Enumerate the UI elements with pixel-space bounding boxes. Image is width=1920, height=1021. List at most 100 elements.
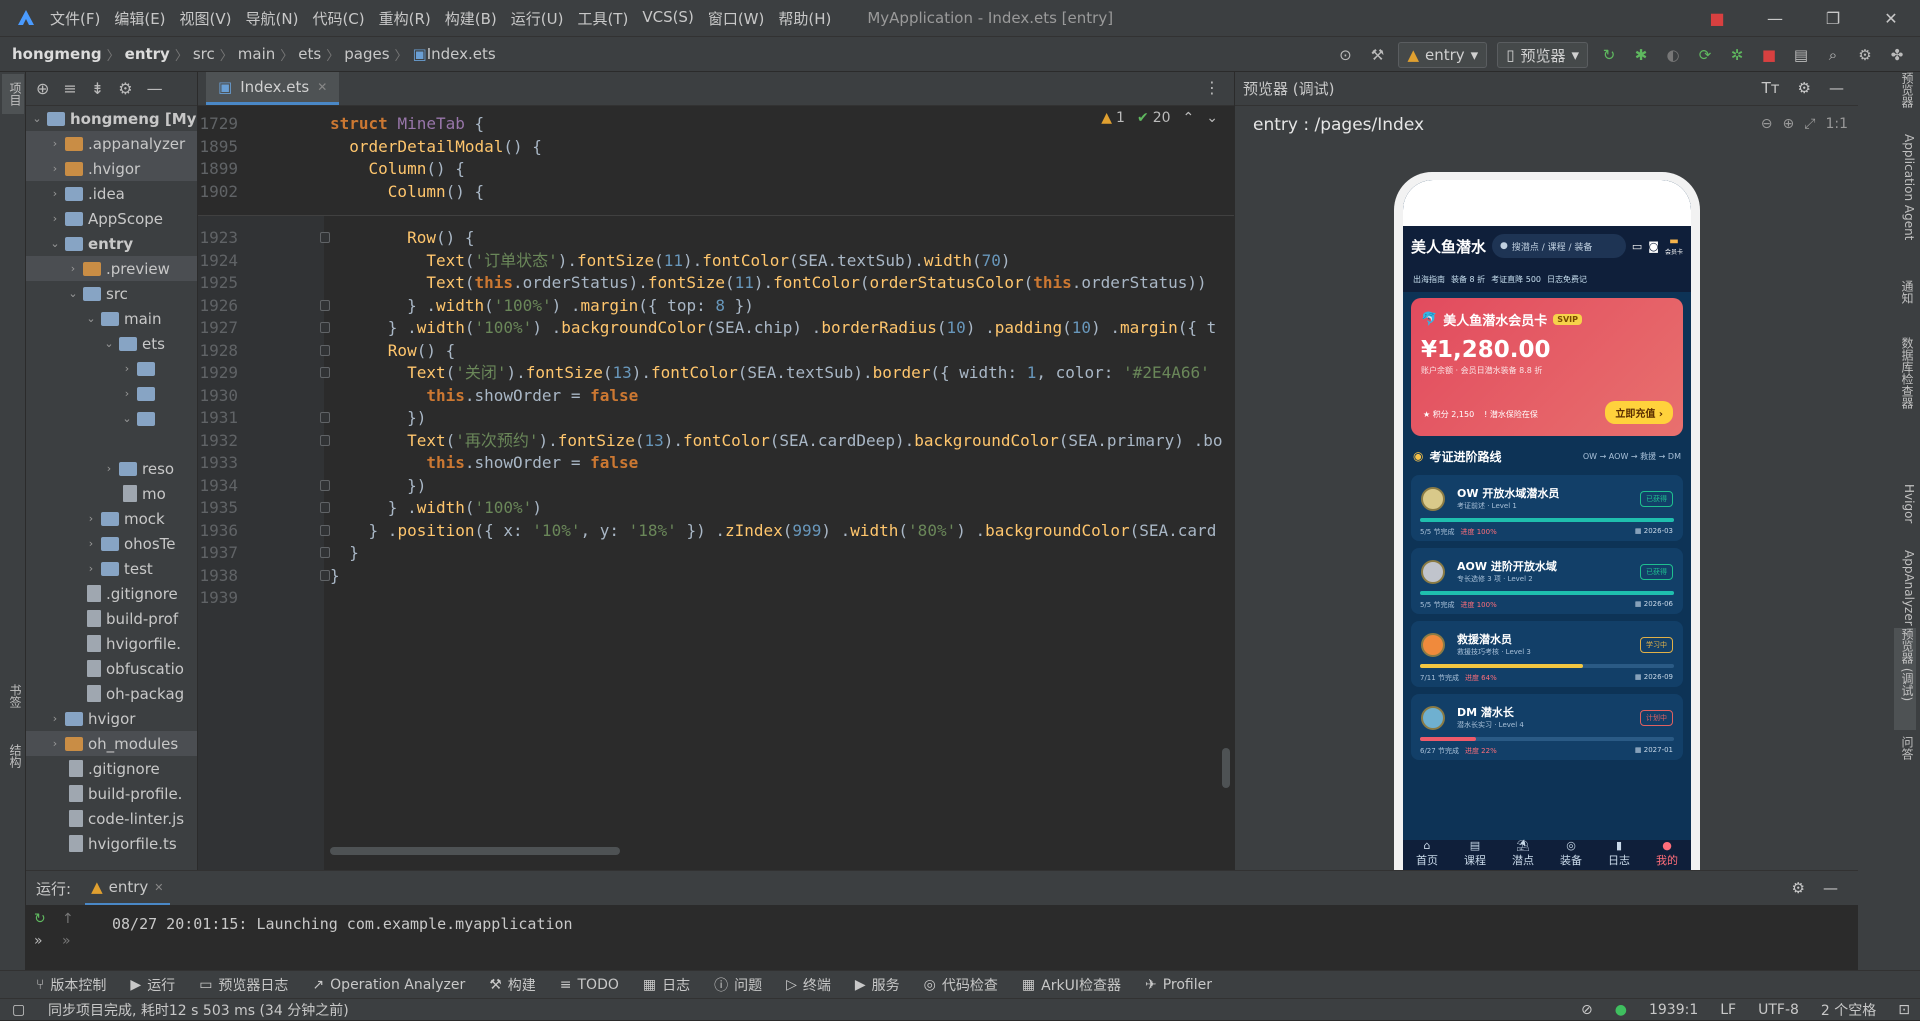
hide-icon[interactable]: — [1829, 79, 1844, 97]
project-tab[interactable]: 项目 [2, 74, 24, 114]
chevron-down-icon[interactable]: ⌄ [1206, 110, 1218, 126]
menu-item[interactable]: 窗口(W) [708, 8, 765, 29]
close-button[interactable]: ✕ [1862, 0, 1920, 36]
cert-level-card[interactable]: OW 开放水域潜水员 考证前述 · Level 1 已获得 5/5 节完成 进度 100… [1411, 475, 1683, 541]
app-tag[interactable]: 日志免费记 [1547, 274, 1587, 285]
fold-marker-icon[interactable] [320, 502, 330, 513]
tree-item[interactable]: › reso [26, 456, 197, 481]
breadcrumb-item[interactable]: hongmeng [12, 45, 102, 63]
more-icon[interactable]: ⋮ [1204, 78, 1220, 97]
chevron-right-icon[interactable]: › [48, 187, 62, 200]
tree-item[interactable]: › [26, 381, 197, 406]
fold-marker-icon[interactable] [320, 569, 330, 581]
chevron-up-icon[interactable]: ⌃ [1183, 110, 1195, 126]
tree-item[interactable]: obfuscatio [26, 656, 197, 681]
app-nav-item[interactable]: ▤ 课程 [1464, 839, 1486, 868]
chevron-right-icon[interactable]: › [48, 137, 62, 150]
tree-item[interactable]: ⌄ main [26, 306, 197, 331]
tree-item[interactable]: › hvigor [26, 706, 197, 731]
lock-icon[interactable]: ⊡ [1898, 1002, 1910, 1018]
hammer-icon[interactable]: ⚒ [1366, 44, 1388, 66]
bookmarks-tab[interactable]: 书签 [2, 678, 24, 714]
run-tab-entry[interactable]: ▲ entry ✕ [85, 871, 170, 905]
module-selector[interactable]: ▲ entry ▾ [1398, 42, 1488, 68]
stop-icon[interactable]: ■ [1758, 44, 1780, 66]
tree-item[interactable]: › [26, 356, 197, 381]
tree-item[interactable]: code-linter.js [26, 806, 197, 831]
tree-item[interactable]: › .preview [26, 256, 197, 281]
fold-marker-icon[interactable] [320, 434, 330, 446]
scan-icon[interactable]: ▭ [1632, 240, 1642, 253]
file-encoding[interactable]: UTF-8 [1758, 1002, 1799, 1018]
chevron-right-icon[interactable]: › [84, 562, 98, 575]
tree-item[interactable]: › .idea [26, 181, 197, 206]
app-tag[interactable]: 装备 8 折 [1451, 274, 1485, 285]
phone-screen[interactable]: 美人鱼潜水 ● 搜潜点 / 课程 / 装备 ▭ ◙ ▬ 会员卡 出海指南 装备 8 折… [1403, 180, 1691, 870]
menu-item[interactable]: 构建(B) [445, 8, 497, 29]
tool-window-button[interactable]: ≡ TODO [560, 977, 619, 993]
close-icon[interactable]: ✕ [317, 80, 327, 94]
zoom-in-icon[interactable]: ⊕ [1783, 116, 1795, 132]
gear-icon[interactable]: ⚙ [118, 79, 132, 98]
stop-icon[interactable]: ■ [1688, 0, 1746, 36]
breadcrumb-item[interactable]: main [238, 45, 275, 63]
fold-marker-icon[interactable] [320, 524, 330, 536]
fold-marker-icon[interactable] [320, 299, 330, 311]
tree-item[interactable]: .gitignore [26, 756, 197, 781]
tree-item[interactable] [26, 431, 197, 456]
right-tool-tab[interactable]: 数据库检查器 [1894, 337, 1916, 477]
attach-debugger-icon[interactable]: ✲ [1726, 44, 1748, 66]
fold-marker-icon[interactable] [320, 547, 330, 558]
locate-icon[interactable]: ⊕ [36, 79, 49, 98]
app-nav-item[interactable]: ▮ 日志 [1608, 839, 1630, 868]
tool-window-button[interactable]: ✈ Profiler [1145, 977, 1212, 993]
structure-tab[interactable]: 结构 [2, 738, 24, 774]
right-tool-tab[interactable]: 通知 [1894, 280, 1916, 328]
fold-marker-icon[interactable] [320, 322, 330, 333]
tool-window-button[interactable]: ▭ 预览器日志 [199, 975, 288, 995]
fold-marker-icon[interactable] [320, 344, 330, 356]
menu-item[interactable]: 代码(C) [312, 8, 364, 29]
tree-item[interactable]: ⌄ entry [26, 231, 197, 256]
recharge-button[interactable]: 立即充值 › [1605, 401, 1673, 424]
debug-icon[interactable]: ✱ [1630, 44, 1652, 66]
chevron-down-icon[interactable]: ⌄ [48, 237, 62, 250]
breadcrumb-item[interactable]: ▣ Index.ets [413, 45, 496, 63]
app-nav-item[interactable]: ⛱ 潜点 [1512, 839, 1534, 868]
code-area[interactable]: 1923 Row() {1924 Text('订单状态').fontSize(1… [198, 106, 1234, 870]
tool-window-button[interactable]: ▶ 运行 [130, 975, 175, 995]
tool-window-button[interactable]: ▦ 日志 [643, 975, 690, 995]
chevron-down-icon[interactable]: ⌄ [84, 312, 98, 325]
breadcrumb-item[interactable]: entry [125, 45, 170, 63]
tool-window-button[interactable]: ⓘ 问题 [714, 975, 762, 995]
horizontal-scrollbar[interactable] [330, 847, 620, 855]
menu-item[interactable]: 编辑(E) [114, 8, 165, 29]
menu-item[interactable]: 运行(U) [511, 8, 564, 29]
app-tag[interactable]: 出海指南 [1413, 274, 1445, 285]
tree-item[interactable]: oh-packag [26, 681, 197, 706]
member-card[interactable]: 🐬 美人鱼潜水会员卡 SVIP ¥1,280.00 账户余额 · 会员日潜水装备 8… [1411, 298, 1683, 436]
tree-item[interactable]: ⌄ [26, 406, 197, 431]
cert-level-card[interactable]: AOW 进阶开放水域 专长选修 3 项 · Level 2 已获得 5/5 节完成 进度… [1411, 548, 1683, 614]
tool-window-button[interactable]: ↗ Operation Analyzer [312, 977, 465, 993]
tool-window-button[interactable]: ▷ 终端 [786, 975, 831, 995]
tool-window-button[interactable]: ▶ 服务 [855, 975, 900, 995]
text-size-icon[interactable]: Tт [1762, 79, 1780, 97]
chevron-down-icon[interactable]: ⌄ [66, 287, 80, 300]
chevron-down-icon[interactable]: ⌄ [30, 112, 44, 125]
tool-window-button[interactable]: ◎ 代码检查 [924, 975, 998, 995]
chevron-down-icon[interactable]: ⌄ [102, 337, 116, 350]
scroll-up-icon[interactable]: ↑ [62, 911, 74, 927]
tree-item[interactable]: › ohosTe [26, 531, 197, 556]
close-icon[interactable]: ✕ [154, 881, 163, 894]
tree-item[interactable]: › .appanalyzer [26, 131, 197, 156]
indent-setting[interactable]: 2 个空格 [1821, 1000, 1876, 1020]
folder-icon[interactable]: ▤ [1790, 44, 1812, 66]
maximize-button[interactable]: ❐ [1804, 0, 1862, 36]
more-icon[interactable]: » [62, 933, 74, 949]
right-tool-tab[interactable]: AppAnalyzer [1894, 550, 1916, 626]
hide-icon[interactable]: — [1823, 879, 1838, 897]
chevron-right-icon[interactable]: › [48, 712, 62, 725]
menu-item[interactable]: 视图(V) [180, 8, 232, 29]
breadcrumb-item[interactable]: pages [344, 45, 389, 63]
